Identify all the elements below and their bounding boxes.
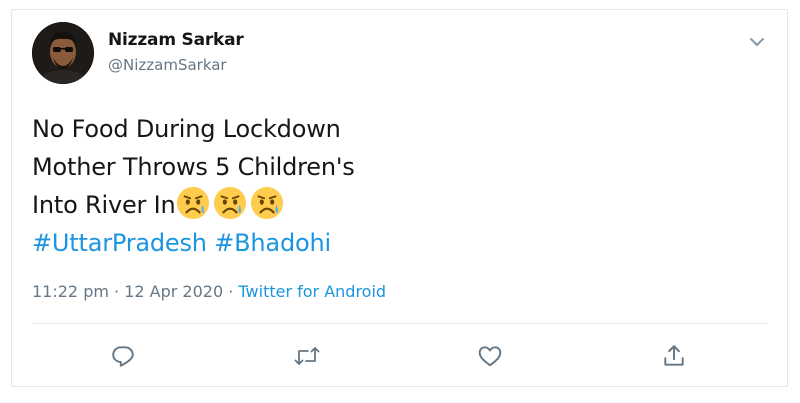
like-button[interactable] [475,341,505,371]
meta-separator: · [108,282,125,301]
sad-but-relieved-face-icon [176,186,209,220]
meta-separator: · [223,282,239,301]
tweet-text: No Food During Lockdown Mother Throws 5 … [32,110,752,262]
share-button[interactable] [659,341,689,371]
tweet-meta: 11:22 pm · 12 Apr 2020 · Twitter for And… [32,282,386,301]
sad-but-relieved-face-icon [213,186,246,220]
share-icon [664,345,684,366]
chevron-down-icon[interactable] [745,30,769,54]
tweet-card: Nizzam Sarkar @NizzamSarkar No Food Duri… [11,9,788,387]
hashtag-link[interactable]: #Bhadohi [214,229,331,257]
tweet-text-line: No Food During Lockdown [32,115,341,143]
avatar[interactable] [32,22,94,84]
sad-but-relieved-face-icon [250,186,283,220]
tweet-text-line: Into River In [32,186,752,224]
author-name[interactable]: Nizzam Sarkar [108,30,244,50]
tweet-text-line: Mother Throws 5 Children's [32,153,355,181]
retweet-icon [294,347,320,365]
tweet-time[interactable]: 11:22 pm [32,282,109,301]
retweet-button[interactable] [292,341,322,371]
hashtag-link[interactable]: #UttarPradesh [32,229,207,257]
avatar-photo [32,22,94,84]
reply-icon [112,346,134,367]
tweet-source-link[interactable]: Twitter for Android [238,282,386,301]
hashtag-line: #UttarPradesh #Bhadohi [32,224,752,262]
divider [32,323,768,324]
tweet-text-fragment: Into River In [32,191,176,219]
author-handle[interactable]: @NizzamSarkar [108,56,227,74]
reply-button[interactable] [108,341,138,371]
heart-icon [478,346,502,367]
tweet-date[interactable]: 12 Apr 2020 [124,282,223,301]
